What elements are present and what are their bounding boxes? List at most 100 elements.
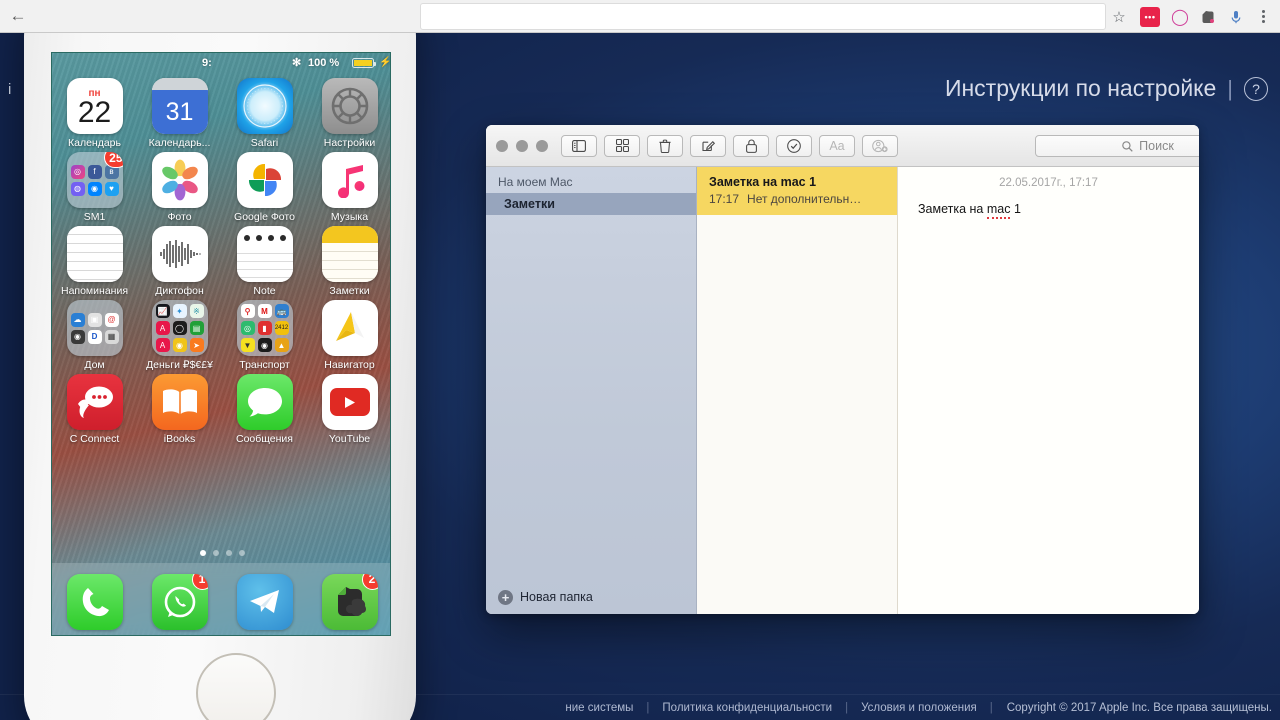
evernote-clipper-icon[interactable] — [1198, 7, 1218, 27]
app-calendar[interactable]: пн 22 Календарь — [52, 78, 137, 149]
cloud-mini-icon: ☁ — [70, 312, 85, 327]
app-safari[interactable]: Safari — [222, 78, 307, 149]
footer-link-system[interactable]: ние системы — [552, 702, 646, 714]
back-arrow-icon[interactable]: ← — [0, 0, 36, 33]
close-button[interactable] — [496, 139, 508, 152]
telegram-icon[interactable] — [236, 573, 293, 630]
messages-icon[interactable] — [236, 374, 293, 430]
note-body-text[interactable]: Заметка на mac 1 — [918, 202, 1179, 219]
safari-icon[interactable] — [236, 78, 293, 134]
app-voice-memos[interactable]: Диктофон — [137, 226, 222, 297]
navigator-icon[interactable] — [321, 300, 378, 356]
icon-wrap — [321, 78, 378, 134]
photos-icon[interactable] — [151, 152, 208, 208]
app-photos[interactable]: Фото — [137, 152, 222, 223]
home-button[interactable] — [196, 653, 276, 720]
note-lines — [236, 246, 293, 282]
app-settings[interactable]: Настройки — [307, 78, 390, 149]
lock-note-button[interactable] — [733, 134, 769, 157]
app-music[interactable]: Музыка — [307, 152, 390, 223]
sidebar-item-notes[interactable]: Заметки — [486, 193, 696, 215]
zoom-button[interactable] — [536, 139, 548, 152]
dock-item-telegram[interactable] — [236, 573, 293, 630]
notes-list[interactable]: Заметка на mac 1 17:17 Нет дополнительн… — [697, 167, 898, 614]
dock-item-phone[interactable] — [66, 573, 123, 630]
phone-icon[interactable] — [66, 573, 123, 630]
home-folder-icon[interactable]: ☁ ▣ @ ◉ D ▦ — [66, 300, 123, 356]
address-bar[interactable] — [420, 3, 1106, 30]
app-messages[interactable]: Сообщения — [222, 374, 307, 445]
twitter-mini-icon: ♥ — [104, 181, 119, 196]
app-navigator[interactable]: Навигатор — [307, 300, 390, 371]
window-controls[interactable] — [496, 139, 548, 152]
app-note[interactable]: Note — [222, 226, 307, 297]
page-dot[interactable] — [212, 550, 219, 556]
notes-titlebar[interactable]: Aa Поиск » — [486, 125, 1199, 167]
connect-phone-icon[interactable] — [66, 374, 123, 430]
app-folder-sm1[interactable]: ◎ f в ◍ ◉ ♥ 25 SM1 — [52, 152, 137, 223]
search-input[interactable]: Поиск — [1035, 135, 1199, 157]
money-folder-icon[interactable]: 📈 ✦ ※ A ◯ ▤ A ◉ ➤ — [151, 300, 208, 356]
footer-link-terms[interactable]: Условия и положения — [848, 702, 990, 714]
footer-link-privacy[interactable]: Политика конфиденциальности — [649, 702, 845, 714]
dock-item-evernote[interactable]: 2 — [321, 573, 378, 630]
gallery-view-button[interactable] — [604, 134, 640, 157]
notes-sidebar[interactable]: На моем Mac Заметки + Новая папка — [486, 167, 697, 614]
notes-body: На моем Mac Заметки + Новая папка Заметк… — [486, 167, 1199, 614]
page-dot[interactable] — [238, 550, 245, 556]
alfabank-mini-icon: A — [155, 321, 170, 335]
three-dot-menu-icon[interactable] — [1254, 5, 1272, 27]
checklist-button[interactable] — [776, 134, 812, 157]
help-icon[interactable]: ? — [1244, 76, 1268, 101]
settings-gear-icon[interactable] — [321, 78, 378, 134]
dock-item-whatsapp[interactable]: 1 — [151, 573, 208, 630]
compose-note-button[interactable] — [690, 134, 726, 157]
page-dot[interactable] — [225, 550, 232, 556]
tinkoff-mini-icon: ◯ — [172, 321, 187, 335]
calendar-icon[interactable]: пн 22 — [66, 78, 123, 134]
reminders-icon[interactable] — [66, 226, 123, 282]
app-google-calendar[interactable]: 31 Календарь... — [137, 78, 222, 149]
app-ibooks[interactable]: iBooks — [137, 374, 222, 445]
delete-note-button[interactable] — [647, 134, 683, 157]
photo-mini-icon: ▣ — [87, 312, 102, 327]
music-icon[interactable] — [321, 152, 378, 208]
app-label: С Connect — [69, 433, 120, 445]
folder-mini-icons: 📈 ✦ ※ A ◯ ▤ A ◉ ➤ — [155, 304, 204, 352]
sidebar-toggle-button[interactable] — [561, 134, 597, 157]
notes-toolbar[interactable]: Aa — [561, 134, 898, 157]
notes-app-window[interactable]: Aa Поиск » На моем Mac Заметки + Но — [486, 125, 1199, 614]
microphone-icon[interactable] — [1226, 7, 1246, 27]
voice-memos-icon[interactable] — [151, 226, 208, 282]
app-connect[interactable]: С Connect — [52, 374, 137, 445]
iphone-screen[interactable]: 9: ✻ 100 % ⚡ пн 22 Календарь 31 Календар… — [51, 52, 391, 636]
app-notes[interactable]: Заметки — [307, 226, 390, 297]
ibooks-icon[interactable] — [151, 374, 208, 430]
notes-icon[interactable] — [321, 226, 378, 282]
google-calendar-icon[interactable]: 31 — [151, 78, 208, 134]
youtube-icon[interactable] — [321, 374, 378, 430]
app-folder-transport[interactable]: ⚲ М 🚌 ◎ ▮ 2412 ▼ ◉ ▲ Транспорт — [222, 300, 307, 371]
maps-mini-icon: ⚲ — [240, 304, 255, 318]
app-reminders[interactable]: Напоминания — [52, 226, 137, 297]
app-google-photos[interactable]: Google Фото — [222, 152, 307, 223]
rainbow-extension-icon[interactable]: ◯ — [1170, 7, 1190, 27]
evernote-icon[interactable]: 2 — [321, 573, 378, 630]
app-youtube[interactable]: YouTube — [307, 374, 390, 445]
new-folder-button[interactable]: + Новая папка — [486, 580, 696, 614]
taxi-2412-mini-icon: 2412 — [274, 321, 289, 335]
note-editor[interactable]: 22.05.2017г., 17:17 Заметка на mac 1 — [898, 167, 1199, 614]
bookmark-star-icon[interactable]: ☆ — [1108, 6, 1130, 28]
app-folder-money[interactable]: 📈 ✦ ※ A ◯ ▤ A ◉ ➤ Деньги ₽$€£¥ — [137, 300, 222, 371]
google-photos-icon[interactable] — [236, 152, 293, 208]
new-folder-label: Новая папка — [520, 590, 593, 604]
whatsapp-icon[interactable]: 1 — [151, 573, 208, 630]
social-folder-icon[interactable]: ◎ f в ◍ ◉ ♥ 25 — [66, 152, 123, 208]
app-folder-home[interactable]: ☁ ▣ @ ◉ D ▦ Дом — [52, 300, 137, 371]
note-app-icon[interactable] — [236, 226, 293, 282]
minimize-button[interactable] — [516, 139, 528, 152]
transport-folder-icon[interactable]: ⚲ М 🚌 ◎ ▮ 2412 ▼ ◉ ▲ — [236, 300, 293, 356]
note-list-item[interactable]: Заметка на mac 1 17:17 Нет дополнительн… — [697, 167, 897, 215]
pocket-extension-icon[interactable]: ••• — [1140, 7, 1160, 27]
page-dot-active[interactable] — [199, 550, 206, 556]
